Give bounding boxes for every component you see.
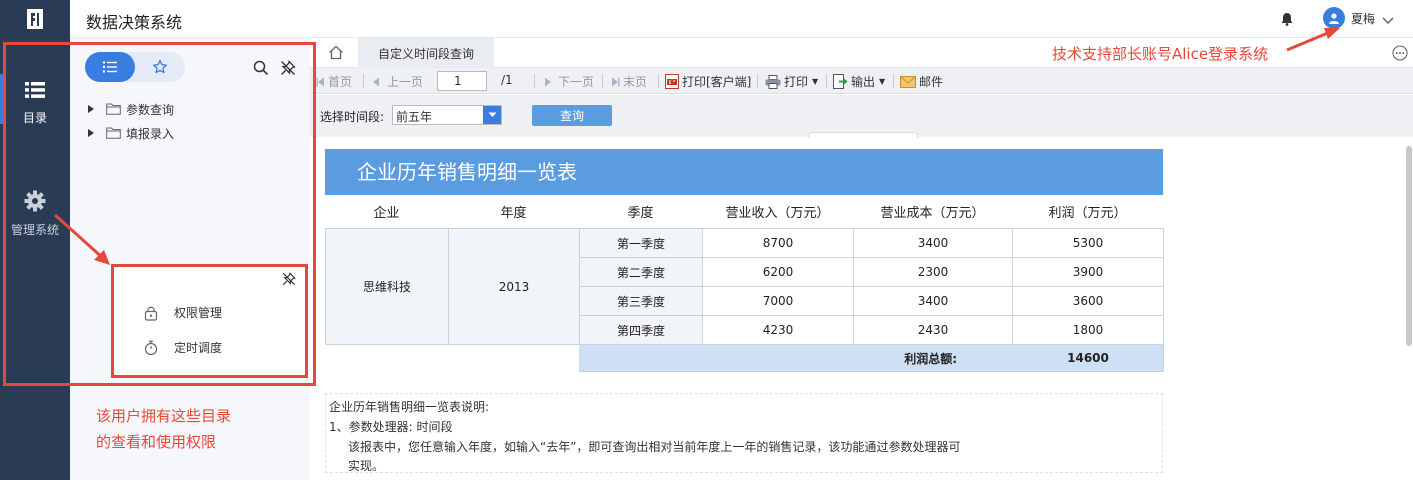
note-line: 该报表中，您任意输入年度，如输入“去年”，即可查询出相对当前年度上一年的销售记录… xyxy=(348,440,961,454)
annotation-note: 的查看和使用权限 xyxy=(96,433,217,451)
app-title: 数据决策系统 xyxy=(86,13,183,32)
sales-table: 思维科技 2013 第一季度 8700 3400 5300 第二季度 6200 … xyxy=(325,228,1164,372)
toolbar-divider xyxy=(534,74,535,88)
cost-cell: 3400 xyxy=(853,228,1013,258)
top-header: 数据决策系统 夏梅 xyxy=(0,0,1413,38)
report-toolbar: 首页 上一页 1 /1 下一页 末页 打印[客户端] 打印 ▼ 输出 ▼ 邮件 xyxy=(310,68,1413,94)
page-total: /1 xyxy=(501,73,513,87)
app-logo[interactable] xyxy=(0,0,70,38)
year-cell: 2013 xyxy=(448,228,580,345)
toolbar-divider xyxy=(602,74,603,88)
profit-cell: 3600 xyxy=(1012,286,1164,316)
blank-cell xyxy=(325,344,580,372)
mail-icon xyxy=(900,75,916,88)
last-page-button[interactable]: 末页 xyxy=(611,73,647,90)
annotation-arrow-icon xyxy=(1286,28,1340,52)
column-header: 利润（万元） xyxy=(1048,206,1127,221)
next-page-icon xyxy=(545,77,551,86)
revenue-cell: 8700 xyxy=(702,228,854,258)
dropdown-caret-icon: ▼ xyxy=(879,77,886,86)
first-page-button[interactable]: 首页 xyxy=(316,73,352,90)
toolbar-divider xyxy=(893,74,894,88)
prev-page-button[interactable]: 上一页 xyxy=(372,73,423,90)
vertical-scrollbar[interactable] xyxy=(1406,146,1412,346)
total-row: 利润总额: 14600 xyxy=(325,344,1164,372)
company-cell: 思维科技 xyxy=(325,228,449,345)
next-page-button[interactable]: 下一页 xyxy=(543,73,594,90)
revenue-cell: 6200 xyxy=(702,257,854,287)
print-button[interactable]: 打印 ▼ xyxy=(765,73,818,90)
annotation-note: 技术支持部长账号Alice登录系统 xyxy=(1052,45,1269,63)
user-name[interactable]: 夏梅 xyxy=(1351,10,1375,27)
note-line: 实现。 xyxy=(348,459,385,473)
revenue-cell: 4230 xyxy=(702,315,854,345)
cost-cell: 2300 xyxy=(853,257,1013,287)
dropdown-caret-icon: ▼ xyxy=(812,77,819,86)
quarter-cell: 第一季度 xyxy=(579,228,703,258)
total-label: 利润总额: xyxy=(579,344,1013,372)
toolbar-divider xyxy=(363,74,364,88)
total-value: 14600 xyxy=(1012,344,1164,372)
param-label: 选择时间段: xyxy=(320,110,385,124)
app-root: 数据决策系统 夏梅 目录 管理系统 参数查询 填报录入 权限管理 定时调度 自定… xyxy=(0,0,1413,480)
more-options-icon[interactable] xyxy=(1392,45,1408,65)
annotation-arrow-icon xyxy=(53,213,110,265)
report-body: 企业历年销售明细一览表 企业 年度 季度 营业收入（万元） 营业成本（万元） 利… xyxy=(310,138,1413,480)
quarter-cell: 第二季度 xyxy=(579,257,703,287)
column-header: 年度 xyxy=(500,206,527,221)
column-header: 季度 xyxy=(627,206,654,221)
revenue-cell: 7000 xyxy=(702,286,854,316)
report-notes: 企业历年销售明细一览表说明: 1、参数处理器: 时间段 该报表中，您任意输入年度… xyxy=(325,393,1163,473)
last-page-icon xyxy=(612,77,620,86)
page-number-input[interactable]: 1 xyxy=(437,71,487,91)
profit-cell: 3900 xyxy=(1012,257,1164,287)
profit-cell: 1800 xyxy=(1012,315,1164,345)
export-icon xyxy=(833,74,848,89)
time-period-select[interactable]: 前五年 xyxy=(392,105,502,125)
parameter-panel: 选择时间段: 前五年 查询 xyxy=(310,95,1413,137)
first-page-icon xyxy=(316,77,324,86)
export-button[interactable]: 输出 ▼ xyxy=(833,73,885,90)
cost-cell: 2430 xyxy=(853,315,1013,345)
note-line: 企业历年销售明细一览表说明: xyxy=(329,400,490,414)
prev-page-icon xyxy=(373,77,379,86)
home-icon[interactable] xyxy=(328,45,344,64)
note-line: 1、参数处理器: 时间段 xyxy=(329,420,453,434)
printer-icon xyxy=(765,74,781,89)
pdf-print-icon xyxy=(665,74,679,89)
toolbar-divider xyxy=(658,74,659,88)
annotation-note: 该用户拥有这些目录 xyxy=(96,407,232,425)
fr-logo-icon xyxy=(27,9,43,29)
chevron-down-icon[interactable] xyxy=(1382,11,1394,30)
column-header: 营业成本（万元） xyxy=(880,206,985,221)
query-button[interactable]: 查询 xyxy=(532,105,612,126)
column-header: 企业 xyxy=(373,206,400,221)
select-value: 前五年 xyxy=(396,110,433,124)
chevron-down-icon[interactable] xyxy=(483,106,501,124)
quarter-cell: 第四季度 xyxy=(579,315,703,345)
quarter-cell: 第三季度 xyxy=(579,286,703,316)
mail-button[interactable]: 邮件 xyxy=(900,73,943,90)
column-header: 营业收入（万元） xyxy=(725,206,830,221)
toolbar-divider xyxy=(757,74,758,88)
annotation-box-management xyxy=(111,264,308,378)
table-row: 思维科技 2013 第一季度 8700 3400 5300 xyxy=(325,228,1164,345)
profit-cell: 5300 xyxy=(1012,228,1164,258)
print-client-button[interactable]: 打印[客户端] xyxy=(665,73,751,90)
toolbar-divider xyxy=(826,74,827,88)
main-content: 自定义时间段查询 首页 上一页 1 /1 下一页 末页 打印[客户端] 打印 ▼… xyxy=(310,38,1413,480)
tab-custom-period-query[interactable]: 自定义时间段查询 xyxy=(358,38,494,68)
cost-cell: 3400 xyxy=(853,286,1013,316)
report-title: 企业历年销售明细一览表 xyxy=(325,149,1163,195)
